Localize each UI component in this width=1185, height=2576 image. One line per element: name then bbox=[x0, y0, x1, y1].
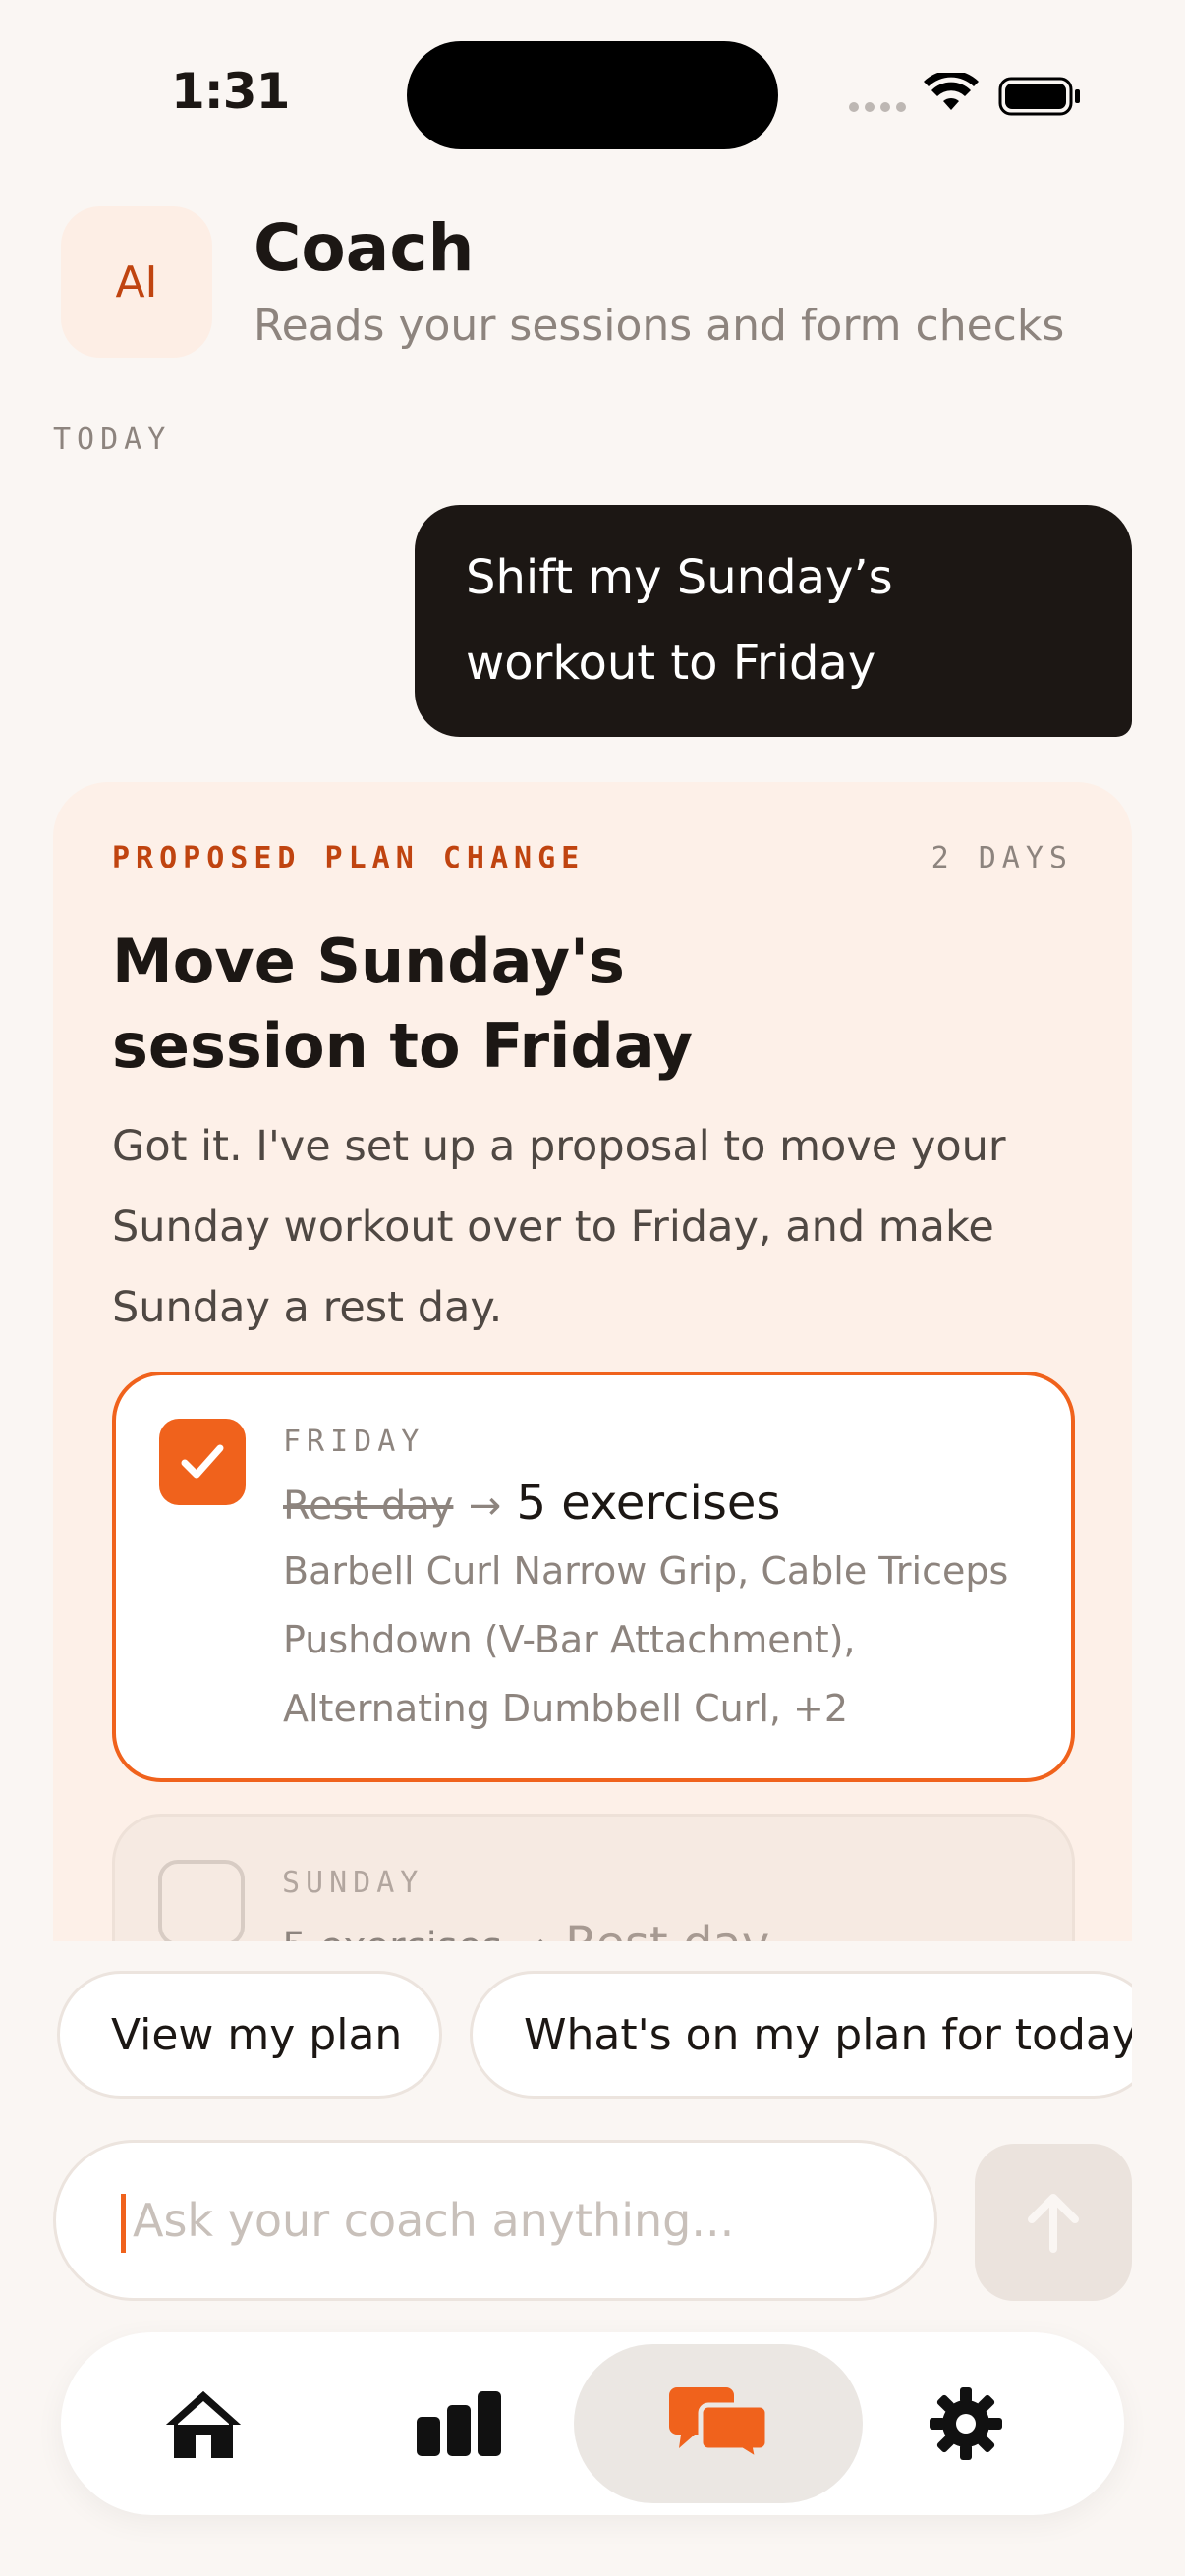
user-message-bubble: Shift my Sunday’s workout to Friday bbox=[415, 505, 1132, 737]
text-caret bbox=[121, 2194, 126, 2253]
change-summary: Rest day → 5 exercises bbox=[283, 1476, 780, 1531]
change-item-friday[interactable]: FRIDAY Rest day → 5 exercises Barbell Cu… bbox=[112, 1372, 1075, 1782]
tab-coach[interactable] bbox=[574, 2344, 863, 2503]
change-day-label: FRIDAY bbox=[283, 1425, 425, 1459]
proposal-title: Move Sunday's session to Friday bbox=[112, 925, 694, 1082]
battery-icon bbox=[998, 77, 1080, 116]
change-to: Rest day bbox=[565, 1917, 769, 1941]
home-icon bbox=[166, 2391, 241, 2458]
user-message-text: Shift my Sunday’s workout to Friday bbox=[466, 550, 893, 691]
page-title: Coach bbox=[254, 210, 475, 286]
change-summary: 5 exercises → Rest day bbox=[282, 1917, 769, 1941]
page-subtitle: Reads your sessions and form checks bbox=[254, 301, 1065, 351]
suggestion-chip-view-plan[interactable]: View my plan bbox=[57, 1971, 442, 2099]
tab-progress[interactable] bbox=[385, 2344, 533, 2503]
change-item-sunday[interactable]: SUNDAY 5 exercises → Rest day bbox=[112, 1814, 1075, 1941]
proposal-days-count: 2 DAYS bbox=[931, 841, 1073, 875]
change-from: Rest day bbox=[283, 1484, 454, 1529]
change-checkbox-unchecked[interactable] bbox=[158, 1860, 245, 1941]
change-arrow-icon: → bbox=[517, 1925, 550, 1941]
gear-icon bbox=[930, 2387, 1002, 2460]
dynamic-island bbox=[407, 41, 778, 149]
message-input[interactable] bbox=[133, 2194, 899, 2247]
change-to: 5 exercises bbox=[516, 1476, 781, 1531]
change-from: 5 exercises bbox=[282, 1925, 502, 1941]
proposal-body: Got it. I've set up a proposal to move y… bbox=[112, 1122, 1006, 1332]
checkmark-icon bbox=[181, 1444, 224, 1479]
send-button[interactable] bbox=[975, 2144, 1132, 2301]
proposal-card: PROPOSED PLAN CHANGE 2 DAYS Move Sunday'… bbox=[53, 782, 1132, 1941]
avatar-text: AI bbox=[115, 256, 158, 308]
suggestion-chip-today-plan[interactable]: What's on my plan for today? bbox=[470, 1971, 1132, 2099]
change-arrow-icon: → bbox=[468, 1484, 502, 1529]
suggestion-chips: View my plan What's on my plan for today… bbox=[0, 1955, 1132, 2122]
arrow-up-icon bbox=[1028, 2194, 1079, 2253]
tab-settings[interactable] bbox=[892, 2344, 1040, 2503]
day-divider-label: TODAY bbox=[53, 422, 172, 457]
tab-bar bbox=[61, 2332, 1124, 2515]
cellular-signal-icon bbox=[849, 102, 906, 112]
proposal-tag: PROPOSED PLAN CHANGE bbox=[112, 841, 586, 875]
change-day-label: SUNDAY bbox=[282, 1866, 424, 1900]
change-checkbox-checked[interactable] bbox=[159, 1419, 246, 1505]
status-time: 1:31 bbox=[171, 63, 290, 120]
coach-avatar: AI bbox=[61, 206, 212, 358]
change-details: Barbell Curl Narrow Grip, Cable Triceps … bbox=[283, 1549, 1009, 1730]
message-input-container bbox=[53, 2140, 937, 2301]
wifi-icon bbox=[924, 73, 979, 110]
tab-home[interactable] bbox=[130, 2344, 277, 2503]
chat-icon bbox=[669, 2387, 767, 2460]
stats-icon bbox=[417, 2391, 501, 2456]
